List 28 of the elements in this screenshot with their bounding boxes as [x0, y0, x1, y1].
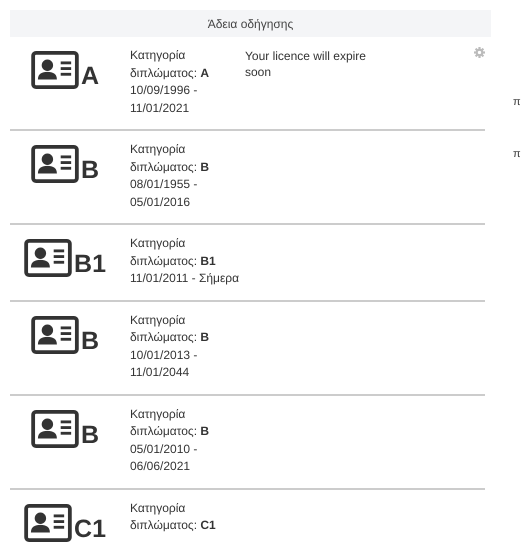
category-label: Κατηγορία διπλώματος: B [130, 406, 210, 440]
category-label: Κατηγορία διπλώματος: A [130, 47, 210, 82]
category-label: Κατηγορία διπλώματος: B [130, 312, 210, 346]
validity-dates: 08/01/1955 - 05/01/2016 [130, 176, 198, 210]
category-letter: B [80, 328, 100, 354]
category-letter: A [80, 64, 100, 89]
cut-off-text: π [513, 148, 521, 160]
validity-dates: 05/01/2010 - 06/06/2021 [130, 440, 198, 475]
id-card-icon [30, 410, 79, 448]
category-label: Κατηγορία διπλώματος: C1 [130, 500, 217, 534]
id-card-icon [30, 51, 79, 89]
category-letter: C1 [74, 516, 106, 542]
validity-dates: 11/01/2011 - Σήμερα [130, 270, 240, 287]
settings-icon[interactable] [474, 47, 485, 58]
validity-dates: 10/01/2013 - 11/01/2044 [130, 346, 198, 381]
id-card-icon [30, 316, 79, 354]
category-letter: B [80, 158, 100, 183]
id-card-icon [30, 145, 79, 183]
id-card-icon [24, 239, 72, 277]
section-title: Άδεια οδήγησης [208, 16, 294, 30]
id-card-icon [24, 504, 72, 542]
cut-off-text: π [513, 96, 521, 108]
validity-dates: 10/09/1996 - 11/01/2021 [130, 82, 198, 116]
category-letter: B [80, 422, 100, 448]
category-label: Κατηγορία διπλώματος: B [130, 141, 210, 176]
category-letter: B1 [74, 252, 106, 277]
expiry-notice: Your licence will expire soon [245, 49, 366, 79]
category-label: Κατηγορία διπλώματος: B1 [130, 235, 217, 270]
